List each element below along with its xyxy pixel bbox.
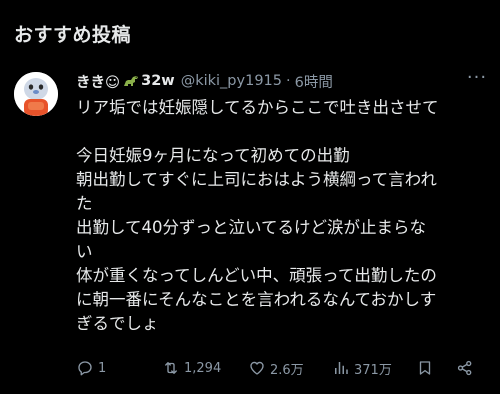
like-count: 2.6万 [270, 362, 304, 378]
avatar-image [14, 72, 58, 116]
post-text-line: 朝出勤してすぐに上司におはよう横綱って言われ [76, 170, 437, 189]
reply-button[interactable]: 1 [76, 358, 106, 378]
post-card[interactable]: きき☺ 32w @kiki_py1915 · 6時間 ··· リア垢では妊娠隠し… [0, 60, 500, 394]
like-button[interactable]: 2.6万 [248, 358, 304, 378]
views-button[interactable]: 371万 [332, 358, 392, 378]
post-actions: 1 1,294 2.6万 371万 [76, 358, 486, 378]
post-text-line: 体が重くなってしんどい中、頑張って出勤したの [76, 266, 437, 285]
post-text-line: リア垢では妊娠隠してるからここで吐き出させて [76, 98, 439, 117]
post-text-line: ぎるでしょ [76, 314, 159, 333]
post-text: リア垢では妊娠隠してるからここで吐き出させて 今日妊娠9ヶ月になって初めての出勤… [76, 96, 490, 336]
share-icon [457, 360, 472, 376]
separator-dot: · [286, 73, 291, 89]
post-text-line: い [76, 242, 93, 261]
bookmark-button[interactable] [416, 358, 438, 378]
heart-icon [250, 361, 264, 375]
views-count: 371万 [354, 362, 392, 378]
reply-count: 1 [98, 360, 107, 376]
bookmark-icon [419, 361, 431, 375]
more-options-button[interactable]: ··· [466, 66, 488, 88]
post-text-line: 今日妊娠9ヶ月になって初めての出勤 [76, 146, 350, 165]
views-icon [335, 362, 348, 374]
repost-button[interactable]: 1,294 [162, 358, 221, 378]
post-header: きき☺ 32w @kiki_py1915 · 6時間 [76, 70, 490, 92]
avatar[interactable] [14, 72, 58, 116]
user-handle[interactable]: @kiki_py1915 [181, 73, 282, 89]
share-button[interactable] [456, 358, 478, 378]
dinosaur-icon [124, 76, 139, 86]
post-text-line: に朝一番にそんなことを言われるなんておかしす [76, 290, 437, 309]
post-text-line: た [76, 194, 93, 213]
repost-icon [165, 362, 177, 374]
post-time[interactable]: 6時間 [295, 71, 333, 92]
post-text-line: 出勤して40分ずっと泣いてるけど涙が止まらな [76, 218, 427, 237]
post-text-line [76, 120, 490, 144]
reply-icon [78, 361, 92, 376]
display-name-suffix: 32w [141, 73, 175, 89]
section-title: おすすめ投稿 [14, 24, 132, 46]
display-name[interactable]: きき☺ [76, 71, 120, 92]
repost-count: 1,294 [184, 360, 222, 376]
